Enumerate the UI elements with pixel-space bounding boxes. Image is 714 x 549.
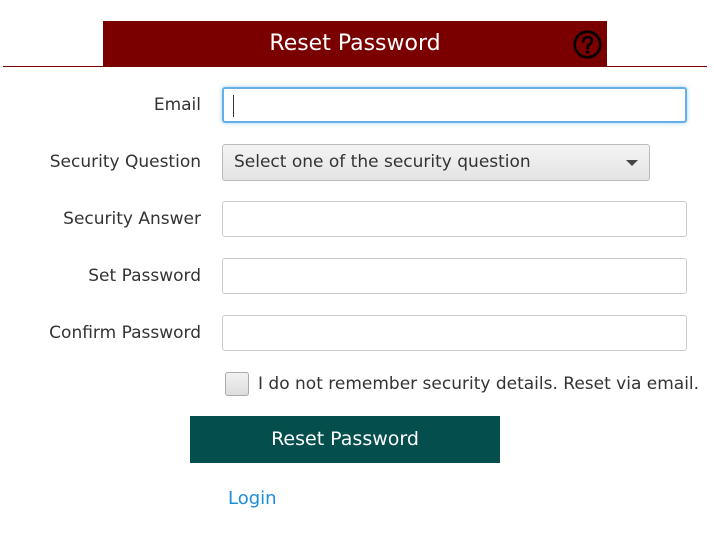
security-answer-field[interactable] bbox=[222, 201, 687, 237]
set-password-field[interactable] bbox=[222, 258, 687, 294]
page-title: Reset Password bbox=[269, 31, 441, 56]
header-divider bbox=[3, 66, 707, 67]
set-password-label: Set Password bbox=[88, 266, 201, 286]
text-caret bbox=[233, 95, 234, 117]
confirm-password-label: Confirm Password bbox=[49, 323, 201, 343]
reset-via-email-checkbox[interactable] bbox=[225, 372, 249, 396]
chevron-down-icon bbox=[626, 160, 638, 166]
security-question-selected-value: Select one of the security question bbox=[234, 152, 531, 172]
confirm-password-field[interactable] bbox=[222, 315, 687, 351]
security-question-select[interactable]: Select one of the security question bbox=[222, 144, 650, 181]
reset-password-page: Reset Password Email Security Question S… bbox=[0, 0, 714, 549]
reset-via-email-label[interactable]: I do not remember security details. Rese… bbox=[258, 373, 699, 395]
email-field[interactable] bbox=[222, 87, 687, 123]
login-link[interactable]: Login bbox=[228, 488, 277, 510]
email-label: Email bbox=[153, 95, 201, 115]
question-circle-icon[interactable] bbox=[573, 30, 602, 59]
reset-password-button[interactable]: Reset Password bbox=[190, 416, 500, 463]
security-question-label: Security Question bbox=[49, 152, 201, 172]
header-bar: Reset Password bbox=[103, 21, 607, 66]
security-answer-label: Security Answer bbox=[63, 209, 201, 229]
